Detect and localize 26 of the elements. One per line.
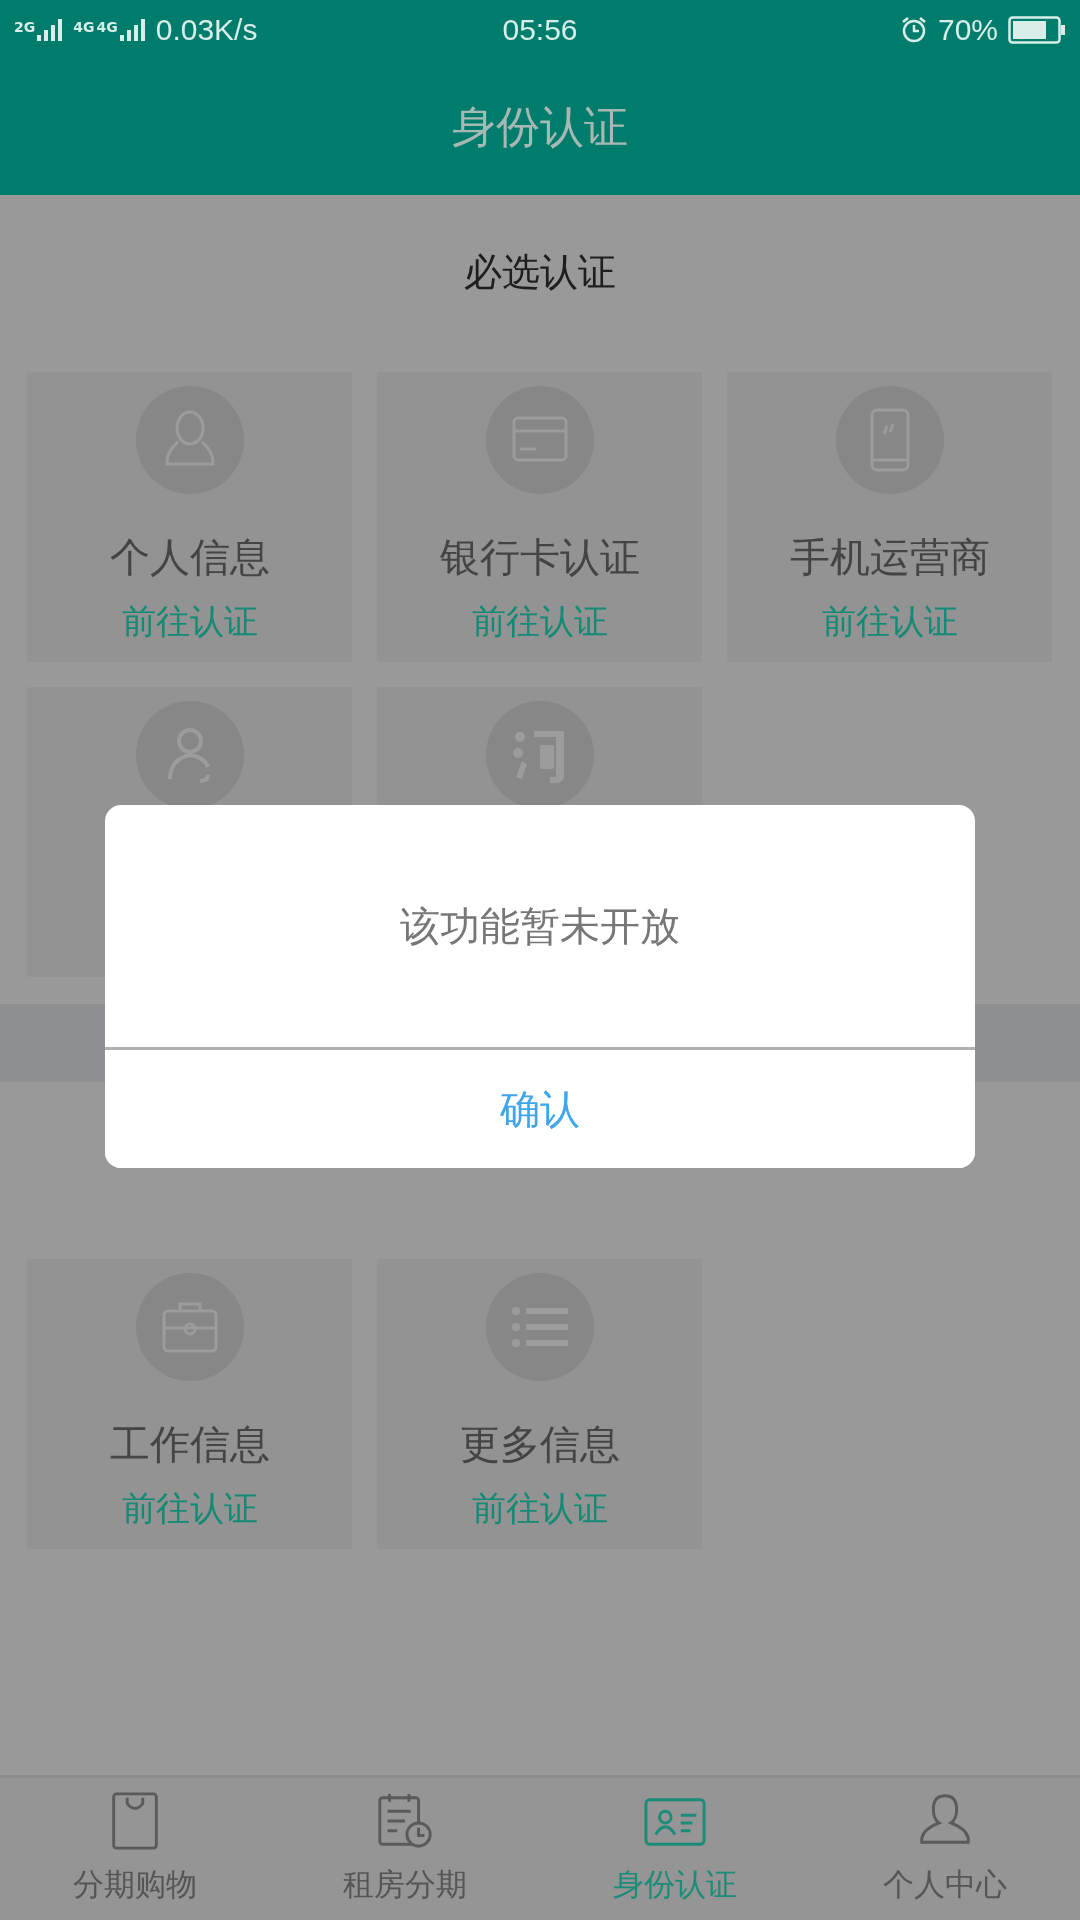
tab-item[interactable]: 身份认证 <box>540 1778 810 1920</box>
card-title: 手机运营商 <box>789 533 990 582</box>
verification-card[interactable]: 手机运营商 前往认证 <box>727 372 1052 662</box>
verification-card[interactable]: 银行卡认证 前往认证 <box>377 372 702 662</box>
card-title: 个人信息 <box>109 533 270 582</box>
verify-link[interactable]: 前往认证 <box>821 599 958 645</box>
verify-link[interactable]: 前往认证 <box>121 599 258 645</box>
tab-item[interactable]: 个人中心 <box>810 1778 1080 1920</box>
clock-time: 05:56 <box>502 13 578 47</box>
verify-link[interactable]: 前往认证 <box>471 1486 608 1532</box>
card-title: 银行卡认证 <box>439 533 640 582</box>
battery-percent: 70% <box>937 13 998 47</box>
section-title: 必选认证 <box>464 249 616 296</box>
network-speed: 0.03K/s <box>155 13 258 47</box>
card-title: 更多信息 <box>459 1420 620 1469</box>
verify-link[interactable]: 前往认证 <box>471 599 608 645</box>
card-title: 工作信息 <box>109 1420 270 1469</box>
verify-link[interactable]: 前往认证 <box>121 1486 258 1532</box>
battery-icon <box>1008 16 1066 44</box>
dialog-message: 该功能暂未开放 <box>400 901 680 951</box>
verification-card[interactable]: 更多信息 前往认证 <box>377 1259 702 1549</box>
verification-card[interactable]: 工作信息 前往认证 <box>27 1259 352 1549</box>
tab-item[interactable]: 租房分期 <box>270 1778 540 1920</box>
verification-card[interactable]: 个人信息 前往认证 <box>27 372 352 662</box>
page-title: 身份认证 <box>452 100 628 154</box>
tab-item[interactable]: 分期购物 <box>0 1778 270 1920</box>
